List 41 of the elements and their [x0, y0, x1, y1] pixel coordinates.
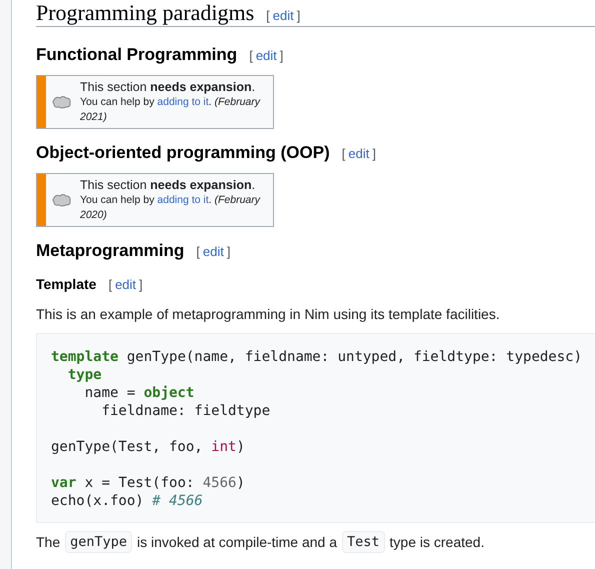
section-heading: Programming paradigms — [36, 0, 254, 26]
bracket: ] — [296, 7, 300, 25]
edit-link[interactable]: edit — [202, 242, 224, 262]
code-line: type — [66, 366, 102, 384]
edit-link[interactable]: edit — [348, 144, 370, 164]
paragraph-text: type is created. — [390, 533, 484, 552]
adding-link[interactable]: adding to it — [157, 96, 209, 108]
paragraph-text: is invoked at compile-time and a — [137, 533, 338, 552]
code-line: name = object — [84, 384, 194, 402]
subsubsection-heading: Template — [36, 275, 96, 294]
notice-title: This section needs expansion. — [80, 79, 256, 95]
notice-text: You can help by adding to it. (February 2021) — [80, 95, 262, 125]
subsection-heading: Functional Programming — [36, 44, 238, 66]
edit-link[interactable]: edit — [115, 275, 136, 294]
bracket: [ — [196, 243, 200, 261]
notice-title: This section needs expansion. — [80, 177, 256, 193]
bracket: ] — [280, 47, 284, 65]
bracket: ] — [372, 145, 376, 163]
subsection-heading: Metaprogramming — [36, 240, 184, 262]
notice-accent-bar — [37, 76, 46, 128]
notice-text: You can help by adding to it. (February 2020) — [80, 193, 262, 223]
code-line: template genType(name, fieldname: untyped, fieldtype: typedesc) — [51, 348, 582, 366]
bracket: [ — [108, 276, 112, 294]
paragraph-text: This is an example of metaprogramming in Nim using its template facilities. — [36, 305, 500, 324]
edit-link[interactable]: edit — [272, 6, 294, 26]
bracket: [ — [249, 47, 253, 65]
inline-code: genType — [65, 531, 132, 553]
bracket: [ — [342, 145, 346, 163]
bracket: ] — [139, 276, 143, 294]
inline-code: Test — [342, 531, 385, 553]
bracket: [ — [266, 7, 270, 25]
code-line: fieldname: fieldtype — [100, 402, 270, 420]
adding-link[interactable]: adding to it — [157, 194, 209, 206]
notice-accent-bar — [37, 174, 46, 226]
bracket: ] — [226, 243, 231, 261]
paragraph-text: The — [36, 533, 60, 552]
code-line: genType(Test, foo, int) — [51, 438, 245, 456]
code-line: var x = Test(foo: 4566) — [51, 474, 245, 492]
subsection-heading: Object-oriented programming (OOP) — [36, 142, 330, 164]
code-line: echo(x.foo) # 4566 — [51, 492, 203, 510]
edit-link[interactable]: edit — [256, 46, 277, 66]
